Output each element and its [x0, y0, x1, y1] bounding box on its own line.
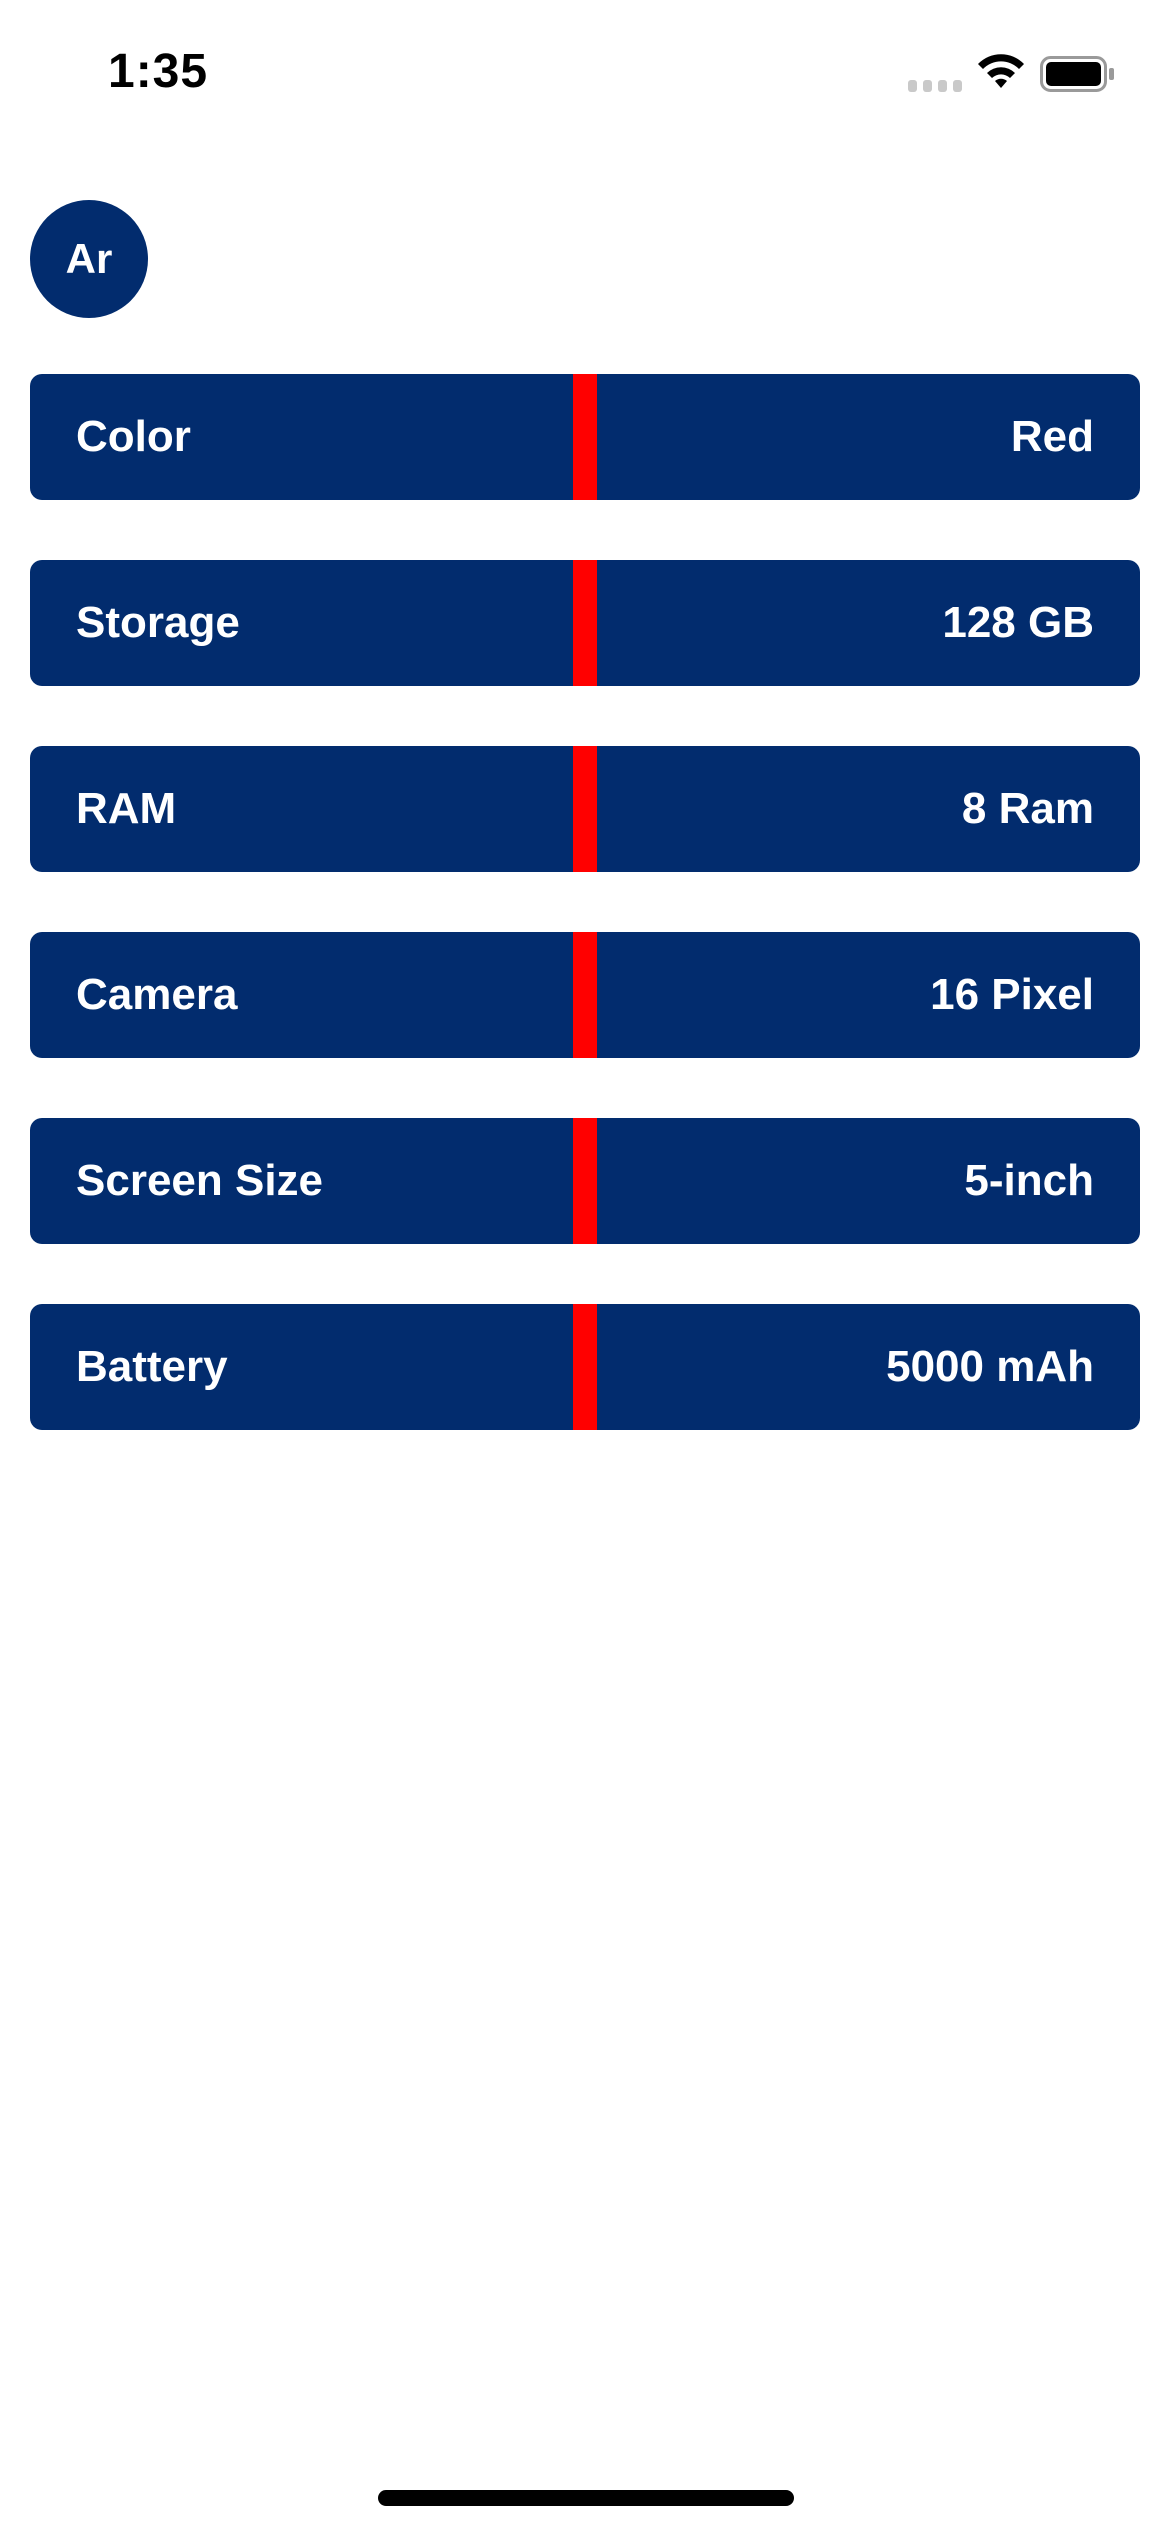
- spec-divider: [573, 1118, 597, 1244]
- spec-label: Color: [76, 412, 191, 461]
- spec-value: 5000 mAh: [886, 1342, 1094, 1391]
- cellular-signal-icon: [908, 80, 962, 92]
- spec-value: 16 Pixel: [930, 970, 1094, 1019]
- spec-row-battery[interactable]: Battery 5000 mAh: [30, 1304, 1140, 1430]
- status-bar: 1:35: [0, 0, 1170, 150]
- spec-row-ram[interactable]: RAM 8 Ram: [30, 746, 1140, 872]
- spec-label: Screen Size: [76, 1156, 324, 1205]
- battery-icon: [1040, 56, 1114, 92]
- spec-label: RAM: [76, 784, 177, 833]
- avatar[interactable]: Ar: [30, 200, 148, 318]
- spec-divider: [573, 560, 597, 686]
- spec-value: 128 GB: [942, 598, 1094, 647]
- avatar-initials: Ar: [65, 235, 113, 282]
- spec-label: Battery: [76, 1342, 228, 1391]
- status-time: 1:35: [108, 45, 209, 98]
- wifi-icon: [978, 54, 1024, 88]
- spec-value: Red: [1010, 412, 1094, 461]
- spec-label: Camera: [76, 970, 238, 1019]
- home-indicator[interactable]: [378, 2490, 794, 2506]
- spec-divider: [573, 374, 597, 500]
- spec-row-screen-size[interactable]: Screen Size 5-inch: [30, 1118, 1140, 1244]
- spec-row-color[interactable]: Color Red: [30, 374, 1140, 500]
- spec-value: 5-inch: [964, 1156, 1094, 1205]
- spec-row-camera[interactable]: Camera 16 Pixel: [30, 932, 1140, 1058]
- spec-list: Color Red Storage 128 GB RAM 8 Ram Camer…: [30, 374, 1140, 1490]
- spec-divider: [573, 932, 597, 1058]
- spec-row-storage[interactable]: Storage 128 GB: [30, 560, 1140, 686]
- spec-divider: [573, 746, 597, 872]
- spec-value: 8 Ram: [961, 784, 1094, 833]
- spec-divider: [573, 1304, 597, 1430]
- spec-label: Storage: [76, 598, 240, 647]
